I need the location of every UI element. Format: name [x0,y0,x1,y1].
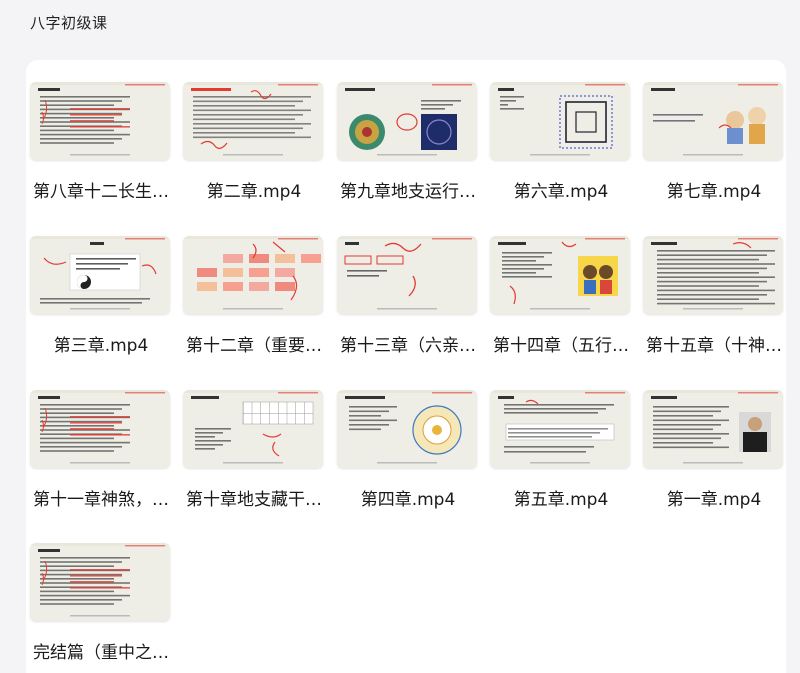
video-thumbnail[interactable] [337,390,477,468]
video-thumbnail-image [337,390,477,464]
video-thumbnail-image [643,390,783,464]
video-file-name[interactable]: 第十二章（重要… [181,331,327,356]
video-thumbnail-image [183,390,323,464]
video-file-name[interactable]: 第十章地支藏干… [181,485,327,510]
video-file-name[interactable]: 第十三章（六亲… [335,331,481,356]
video-thumbnail[interactable] [30,82,170,160]
video-thumbnail-image [30,543,170,617]
video-file-name[interactable]: 第七章.mp4 [641,177,787,202]
video-file-name[interactable]: 第八章十二长生… [28,177,174,202]
video-file-name[interactable]: 第一章.mp4 [641,485,787,510]
video-file-name[interactable]: 第九章地支运行… [335,177,481,202]
video-thumbnail-image [183,82,323,156]
video-thumbnail[interactable] [490,236,630,314]
video-thumbnail-image [183,236,323,310]
video-thumbnail[interactable] [183,236,323,314]
video-thumbnail-image [30,236,170,310]
video-file-name[interactable]: 第二章.mp4 [181,177,327,202]
video-thumbnail[interactable] [643,390,783,468]
video-file-name[interactable]: 第六章.mp4 [488,177,634,202]
video-file-name[interactable]: 完结篇（重中之… [28,638,174,663]
video-file-name[interactable]: 第十一章神煞，… [28,485,174,510]
video-thumbnail-image [643,236,783,310]
video-thumbnail[interactable] [490,390,630,468]
video-thumbnail-image [490,236,630,310]
video-thumbnail-image [337,82,477,156]
file-grid-panel: 第八章十二长生… 第二章.mp4 第九章地支运行… 第六章.mp4 第七章.mp4 第三章… [26,60,786,673]
video-thumbnail-image [490,82,630,156]
video-thumbnail[interactable] [643,236,783,314]
video-file-name[interactable]: 第十五章（十神… [641,331,787,356]
video-file-name[interactable]: 第三章.mp4 [28,331,174,356]
video-thumbnail[interactable] [183,82,323,160]
video-thumbnail[interactable] [30,236,170,314]
video-thumbnail[interactable] [30,543,170,621]
video-thumbnail-image [490,390,630,464]
video-thumbnail[interactable] [337,236,477,314]
video-thumbnail[interactable] [643,82,783,160]
video-thumbnail[interactable] [490,82,630,160]
video-thumbnail[interactable] [30,390,170,468]
video-thumbnail-image [30,82,170,156]
video-thumbnail-image [30,390,170,464]
video-file-name[interactable]: 第十四章（五行… [488,331,634,356]
video-thumbnail-image [337,236,477,310]
video-file-name[interactable]: 第五章.mp4 [488,485,634,510]
video-file-name[interactable]: 第四章.mp4 [335,485,481,510]
page-title: 八字初级课 [30,14,108,32]
video-thumbnail[interactable] [337,82,477,160]
video-thumbnail-image [643,82,783,156]
video-thumbnail[interactable] [183,390,323,468]
